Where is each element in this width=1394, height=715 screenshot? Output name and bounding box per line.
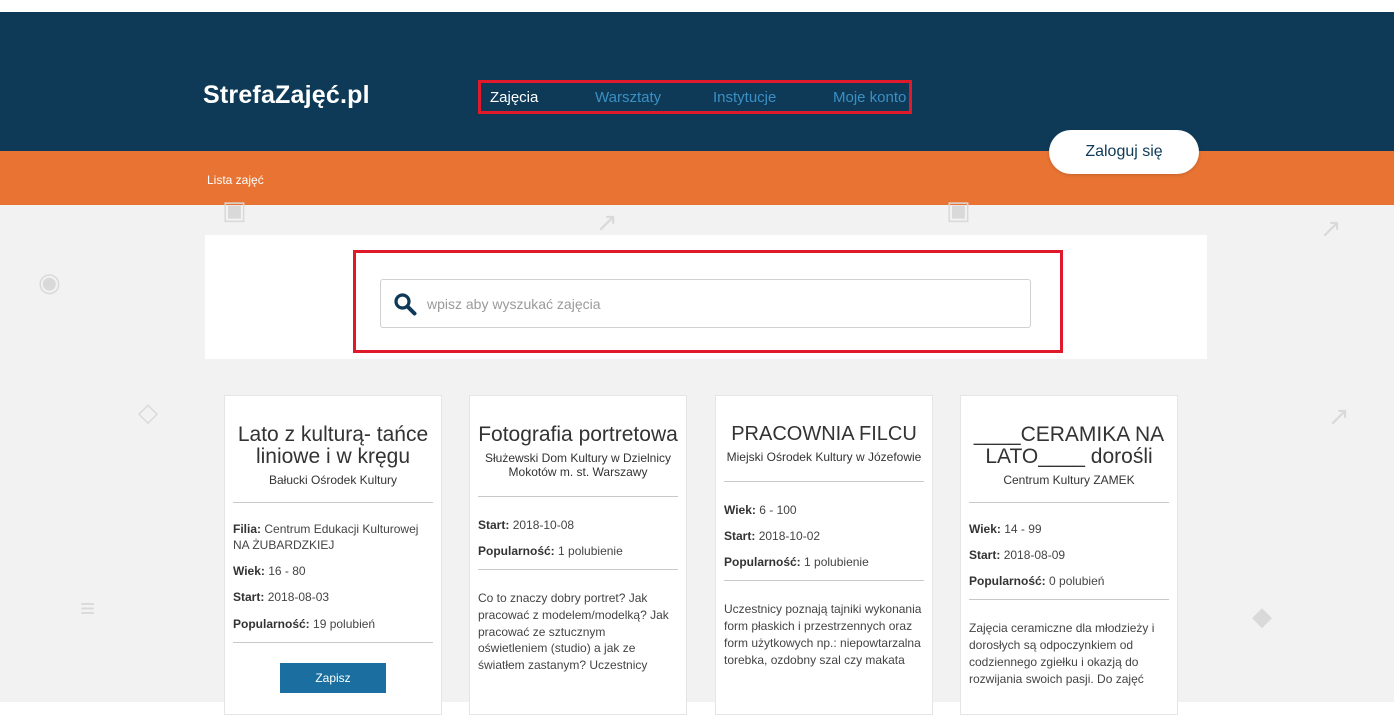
divider (233, 641, 433, 643)
card-title[interactable]: ____CERAMIKA NA LATO____ dorośli (967, 423, 1171, 468)
divider (724, 480, 924, 482)
nav-item-zajecia[interactable]: Zajęcia (490, 89, 538, 106)
login-button[interactable]: Zaloguj się (1049, 130, 1199, 174)
card-institution: Centrum Kultury ZAMEK (1003, 473, 1135, 488)
card-popularity: Popularność: 0 polubień (969, 574, 1105, 589)
card-popularity: Popularność: 19 polubień (233, 616, 376, 631)
divider (969, 599, 1169, 601)
card-popularity: Popularność: 1 polubienie (478, 543, 623, 558)
search-input[interactable] (425, 290, 1009, 318)
divider (478, 495, 678, 497)
search-icon[interactable] (393, 292, 417, 316)
breadcrumb[interactable]: Lista zajęć (207, 173, 264, 187)
image-icon: ▣ (222, 195, 247, 225)
card-institution: Służewski Dom Kultury w Dzielnicy Mokotó… (484, 451, 672, 479)
card-institution: Miejski Ośrodek Kultury w Józefowie (726, 450, 922, 464)
search-box[interactable] (380, 279, 1031, 328)
card-wiek: Wiek: 14 - 99 (969, 521, 1042, 536)
card-description: Zajęcia ceramiczne dla młodzieży i doros… (969, 621, 1155, 686)
translate-icon: ↗ (1328, 401, 1350, 431)
compass-icon: ◇ (138, 397, 158, 427)
activity-card[interactable]: ____CERAMIKA NA LATO____ dorośli Centrum… (960, 395, 1178, 715)
card-title[interactable]: Fotografia portretowa (476, 423, 680, 446)
card-popularity: Popularność: 1 polubienie (724, 555, 869, 570)
card-institution: Bałucki Ośrodek Kultury (268, 473, 398, 488)
card-start: Start: 2018-08-03 (233, 590, 330, 605)
card-wiek: Wiek: 16 - 80 (233, 564, 306, 579)
card-wiek: Wiek: 6 - 100 (724, 502, 797, 517)
activity-card[interactable]: Fotografia portretowa Służewski Dom Kult… (469, 395, 687, 715)
card-title[interactable]: Lato z kulturą- tańce liniowe i w kręgu (231, 423, 435, 468)
divider (724, 580, 924, 582)
nav-item-warsztaty[interactable]: Warsztaty (595, 89, 661, 106)
main-nav: Zajęcia Warsztaty Instytucje Moje konto (478, 80, 912, 114)
ruler-icon: ≡ (80, 593, 96, 623)
divider (969, 501, 1169, 503)
card-description: Co to znaczy dobry portret? Jak pracować… (478, 591, 669, 673)
card-title[interactable]: PRACOWNIA FILCU (722, 424, 926, 445)
activity-card[interactable]: Lato z kulturą- tańce liniowe i w kręgu … (224, 395, 442, 715)
nav-item-moje-konto[interactable]: Moje konto (833, 89, 906, 106)
card-start: Start: 2018-10-02 (724, 528, 821, 543)
nav-item-instytucje[interactable]: Instytucje (713, 89, 776, 106)
card-filia: Filia: Centrum Edukacji Kulturowej NA ŻU… (233, 521, 419, 553)
card-description: Uczestnicy poznają tajniki wykonania for… (724, 602, 922, 667)
image-icon: ▣ (946, 195, 971, 225)
activity-card[interactable]: PRACOWNIA FILCU Miejski Ośrodek Kultury … (715, 395, 933, 715)
signup-button[interactable]: Zapisz (280, 662, 386, 693)
tag-icon: ◆ (1252, 601, 1272, 631)
divider (478, 569, 678, 571)
divider (233, 501, 433, 503)
site-logo[interactable]: StrefaZajęć.pl (203, 81, 370, 110)
eye-icon: ◉ (38, 267, 61, 297)
card-start: Start: 2018-10-08 (478, 517, 575, 532)
card-start: Start: 2018-08-09 (969, 548, 1066, 563)
site-header: StrefaZajęć.pl Zajęcia Warsztaty Instytu… (0, 12, 1394, 151)
translate-icon: ↗ (1320, 213, 1342, 243)
translate-icon: ↗ (596, 207, 618, 237)
